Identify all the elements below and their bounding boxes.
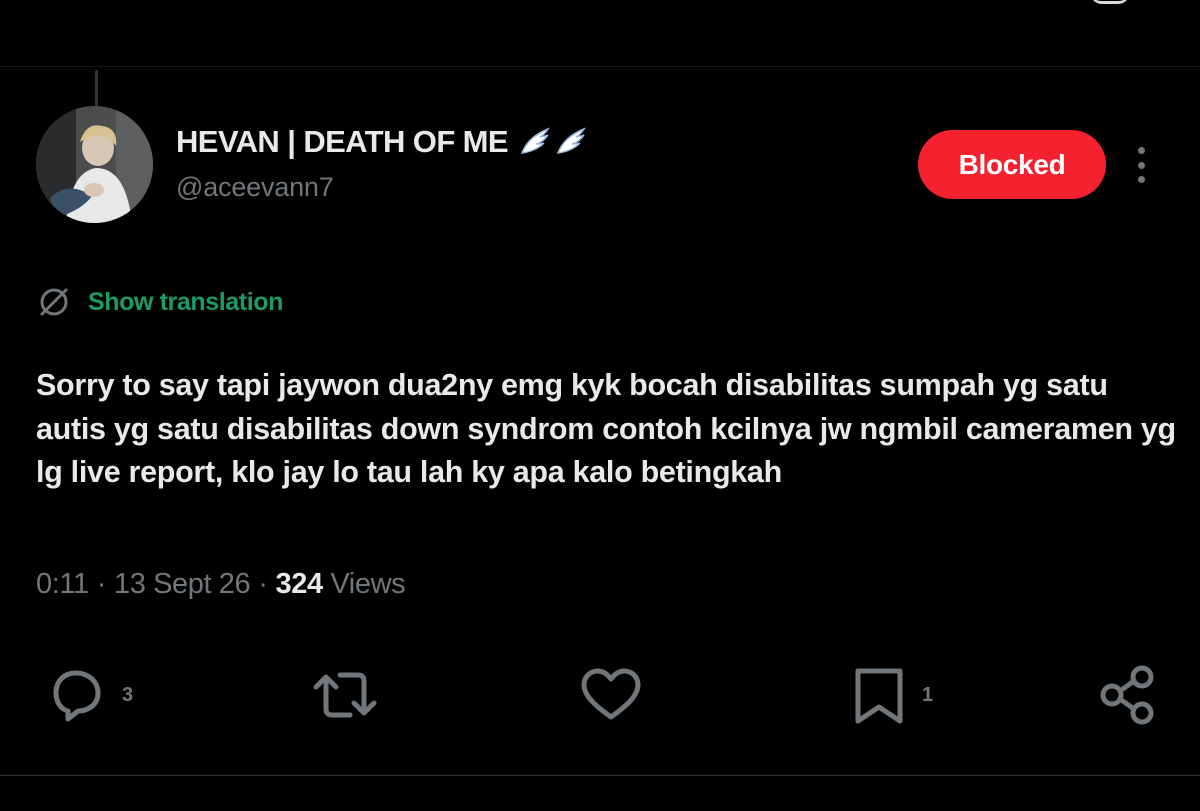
author-handle[interactable]: @aceevann7 [176,172,334,203]
like-button[interactable] [578,660,658,730]
tweet-date[interactable]: 13 Sept 26 [114,568,251,600]
author-name-text: HEVAN | DEATH OF ME [176,124,509,159]
blocked-button[interactable]: Blocked [918,130,1106,199]
bottom-divider [0,775,1200,776]
avatar-photo [36,106,153,223]
meta-separator: · [96,568,107,600]
translation-row[interactable]: Show translation [36,284,283,320]
meta-separator: · [258,568,268,600]
more-dot [1137,176,1145,183]
thread-connector-line [95,70,98,110]
views-count: 324 [275,568,324,600]
tweet-meta: 0:11 · 13 Sept 26 · 324 Views [36,568,406,601]
wing-emoji-pair [518,127,586,157]
tweet-time[interactable]: 0:11 [36,568,89,600]
bookmark-icon [855,668,903,724]
heart-icon [581,668,641,720]
more-dot [1137,147,1145,154]
top-corner-shape [1090,0,1130,4]
bookmark-button[interactable]: 1 [850,660,933,730]
wing-icon [520,127,550,154]
wing-icon [556,127,586,154]
reply-button[interactable]: 3 [44,660,133,730]
share-button[interactable] [1096,660,1160,730]
reply-count: 3 [122,683,134,706]
retweet-button[interactable] [308,660,396,730]
top-divider [0,66,1200,67]
globe-icon [40,288,68,316]
avatar[interactable] [36,106,153,223]
views-label: Views [330,568,406,600]
share-icon [1100,665,1154,725]
tweet-text: Sorry to say tapi jaywon dua2ny emg kyk … [36,368,1176,489]
more-vertical-icon[interactable] [1126,141,1156,189]
action-bar: 3 1 [0,660,1200,730]
retweet-icon [313,672,377,718]
more-dot [1137,161,1145,169]
bookmark-count: 1 [922,683,934,706]
author-display-name[interactable]: HEVAN | DEATH OF ME [176,124,586,160]
reply-icon [53,670,101,722]
show-translation-link[interactable]: Show translation [88,288,283,317]
tweet-detail-page: HEVAN | DEATH OF ME @aceevann7 Blocked S… [0,0,1200,811]
